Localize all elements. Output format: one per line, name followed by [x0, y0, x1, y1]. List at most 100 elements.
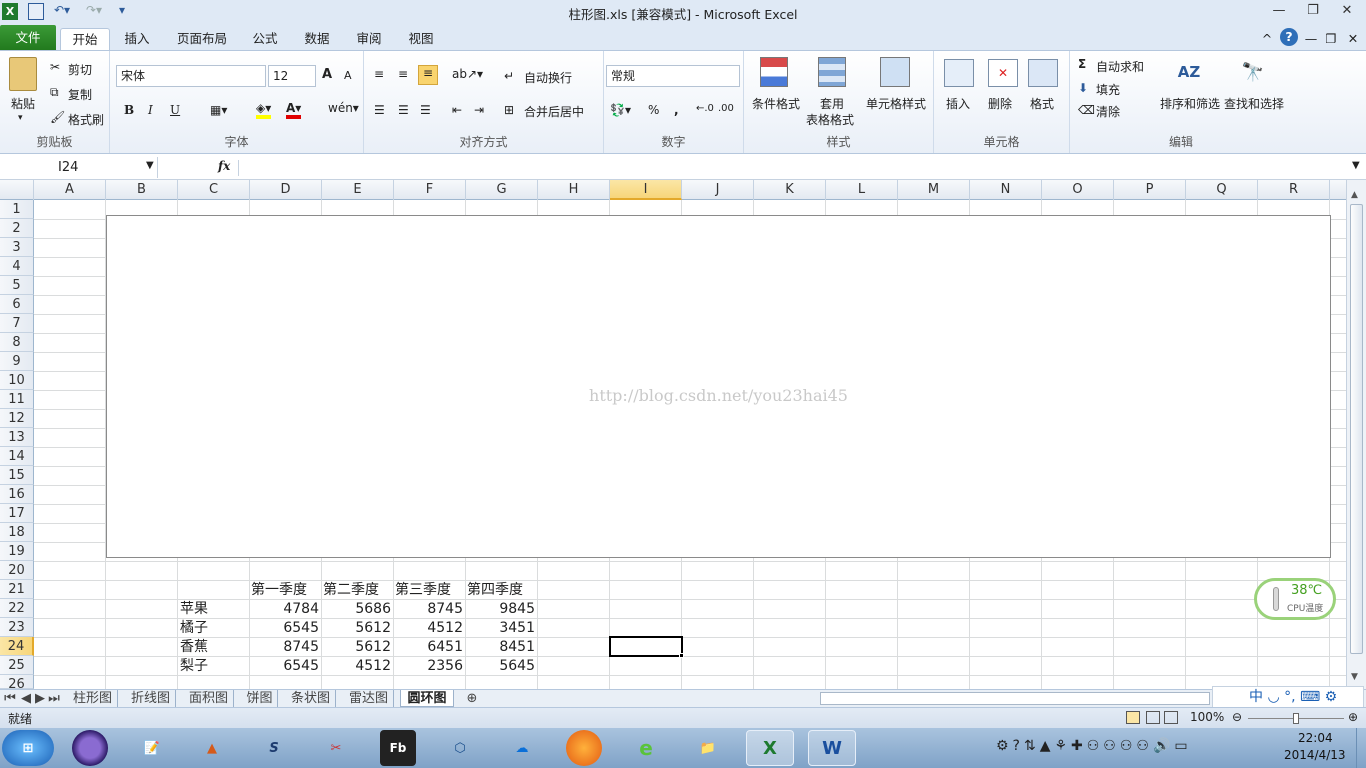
sublime-icon[interactable]: S: [250, 730, 298, 766]
show-desktop-button[interactable]: [1356, 728, 1366, 768]
row-header[interactable]: 6: [0, 295, 34, 314]
column-header[interactable]: F: [394, 180, 466, 200]
row-header-active[interactable]: 24: [0, 637, 34, 656]
copy-button[interactable]: 复制: [68, 86, 92, 103]
italic-button[interactable]: I: [148, 103, 153, 117]
paste-icon[interactable]: [9, 57, 37, 91]
sort-filter-icon[interactable]: AZ: [1174, 57, 1204, 87]
column-header[interactable]: J: [682, 180, 754, 200]
cell-styles-icon[interactable]: [880, 57, 910, 87]
table-cell[interactable]: 4512: [322, 657, 394, 676]
scroll-up-icon[interactable]: ▲: [1351, 190, 1358, 200]
border-icon[interactable]: ▦▾: [210, 103, 227, 117]
format-as-table-button-1[interactable]: 套用: [820, 95, 844, 112]
fill-icon[interactable]: ⬇: [1078, 81, 1088, 95]
tab-file[interactable]: 文件: [0, 25, 56, 50]
column-header[interactable]: Q: [1186, 180, 1258, 200]
fill-handle[interactable]: [679, 653, 684, 658]
phonetic-icon[interactable]: wén▾: [328, 101, 359, 115]
restore-button[interactable]: ❐: [1298, 0, 1328, 22]
close-button[interactable]: ✕: [1332, 0, 1362, 22]
column-header[interactable]: R: [1258, 180, 1330, 200]
sheet-tab-active[interactable]: 圆环图: [400, 690, 454, 707]
wb-close-icon[interactable]: ✕: [1346, 28, 1360, 50]
autosum-icon[interactable]: Σ: [1078, 57, 1086, 71]
firefox-icon[interactable]: [566, 730, 602, 766]
clear-button[interactable]: 清除: [1096, 103, 1120, 120]
font-name-select[interactable]: 宋体: [116, 65, 266, 87]
column-header-active[interactable]: I: [610, 180, 682, 200]
conditional-format-icon[interactable]: [760, 57, 788, 87]
ribbon-minimize-icon[interactable]: ^: [1260, 28, 1274, 50]
row-header[interactable]: 8: [0, 333, 34, 352]
clock-time[interactable]: 22:04: [1298, 731, 1333, 745]
zoom-slider-thumb[interactable]: [1293, 713, 1299, 724]
row-header[interactable]: 22: [0, 599, 34, 618]
orientation-icon[interactable]: ab↗▾: [452, 67, 483, 81]
delete-cells-button[interactable]: 删除: [988, 95, 1012, 112]
virtualbox-icon[interactable]: ⬡: [436, 730, 484, 766]
zoom-in-icon[interactable]: ⊕: [1348, 710, 1358, 724]
decrease-indent-icon[interactable]: ⇤: [452, 103, 462, 117]
format-cells-icon[interactable]: [1028, 59, 1058, 87]
wrap-text-button[interactable]: 自动换行: [524, 69, 572, 86]
excel-taskbar-icon[interactable]: X: [746, 730, 794, 766]
column-header[interactable]: N: [970, 180, 1042, 200]
row-header[interactable]: 25: [0, 656, 34, 675]
delete-cells-icon[interactable]: ✕: [988, 59, 1018, 87]
sheet-tab[interactable]: 折线图: [126, 690, 176, 707]
column-header[interactable]: H: [538, 180, 610, 200]
zoom-out-icon[interactable]: ⊖: [1232, 710, 1242, 724]
table-cell[interactable]: 5612: [322, 619, 394, 638]
align-left-icon[interactable]: ☰: [374, 103, 385, 117]
prev-sheet-icon[interactable]: ◀: [20, 690, 32, 707]
column-header[interactable]: O: [1042, 180, 1114, 200]
grow-font-icon[interactable]: A: [322, 67, 332, 82]
column-header[interactable]: E: [322, 180, 394, 200]
align-right-icon[interactable]: ☰: [420, 103, 431, 117]
row-header[interactable]: 21: [0, 580, 34, 599]
row-header[interactable]: 5: [0, 276, 34, 295]
paste-button[interactable]: 粘贴: [11, 95, 35, 112]
increase-indent-icon[interactable]: ⇥: [474, 103, 484, 117]
format-as-table-button-2[interactable]: 表格格式: [806, 111, 854, 128]
column-header[interactable]: K: [754, 180, 826, 200]
column-header[interactable]: G: [466, 180, 538, 200]
row-header[interactable]: 4: [0, 257, 34, 276]
row-header[interactable]: 20: [0, 561, 34, 580]
tab-review[interactable]: 审阅: [348, 28, 390, 50]
column-header[interactable]: B: [106, 180, 178, 200]
first-sheet-icon[interactable]: ⏮: [4, 690, 16, 707]
merge-center-button[interactable]: 合并后居中: [524, 103, 584, 120]
horizontal-scrollbar[interactable]: [820, 692, 1210, 705]
paint-icon[interactable]: ✂: [312, 730, 360, 766]
select-all-corner[interactable]: [0, 180, 34, 200]
row-header[interactable]: 17: [0, 504, 34, 523]
format-painter-icon[interactable]: 🖌: [50, 110, 65, 124]
row-header[interactable]: 9: [0, 352, 34, 371]
copy-icon[interactable]: ⧉: [50, 85, 59, 100]
minimize-button[interactable]: —: [1264, 0, 1294, 22]
table-header[interactable]: 第三季度: [395, 581, 451, 600]
conditional-format-button[interactable]: 条件格式: [752, 95, 800, 112]
cpu-temp-widget[interactable]: 38℃ CPU温度: [1254, 578, 1336, 620]
sheet-tab[interactable]: 雷达图: [344, 690, 394, 707]
start-button[interactable]: ⊞: [2, 730, 54, 766]
fx-button[interactable]: fx: [218, 159, 230, 173]
find-select-icon[interactable]: 🔭: [1238, 57, 1268, 87]
page-layout-view-icon[interactable]: [1146, 711, 1160, 724]
autosum-button[interactable]: 自动求和: [1096, 58, 1144, 75]
row-header[interactable]: 16: [0, 485, 34, 504]
row-label[interactable]: 橘子: [180, 619, 208, 638]
clock-date[interactable]: 2014/4/13: [1284, 748, 1346, 762]
tab-page-layout[interactable]: 页面布局: [170, 28, 234, 50]
tab-view[interactable]: 视图: [400, 28, 442, 50]
table-cell[interactable]: 5612: [322, 638, 394, 657]
sort-filter-button[interactable]: 排序和筛选: [1160, 95, 1220, 112]
table-header[interactable]: 第四季度: [467, 581, 523, 600]
row-header[interactable]: 23: [0, 618, 34, 637]
wb-minimize-icon[interactable]: —: [1304, 28, 1318, 50]
row-header[interactable]: 26: [0, 675, 34, 692]
underline-button[interactable]: U: [170, 103, 180, 117]
number-format-select[interactable]: 常规: [606, 65, 740, 87]
